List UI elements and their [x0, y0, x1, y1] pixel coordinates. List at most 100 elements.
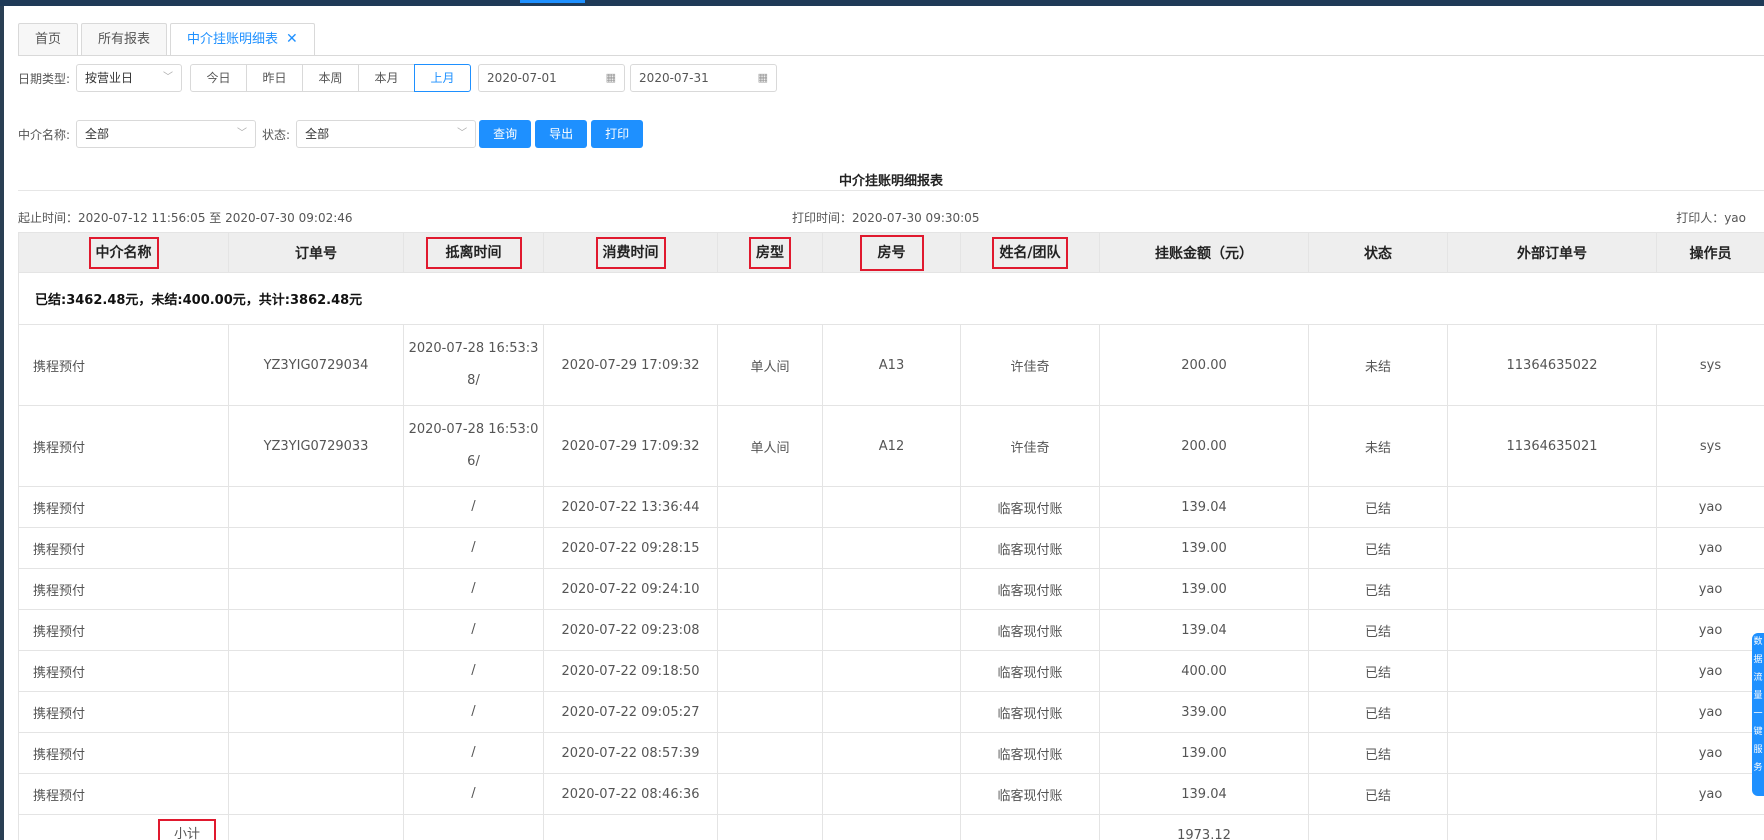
range-last-month-button[interactable]: 上月 — [414, 64, 472, 92]
table-header-row: 中介名称 订单号 抵离时间 消费时间 房型 房号 姓名/团队 挂账金额（元） 状… — [18, 232, 1764, 273]
table-row[interactable]: 携程预付 / 2020-07-22 08:46:36 临客现付账 139.04 已结 yao — [18, 773, 1764, 815]
cell-room-type — [717, 486, 823, 528]
cell-status-text: 未结 — [1364, 440, 1391, 456]
cell-stay-time: / — [403, 568, 544, 610]
cell-guest-name: 许佳奇 — [960, 324, 1100, 406]
cell-consume-time-text: 2020-07-22 09:23:08 — [561, 622, 700, 638]
cell-room-type — [717, 609, 823, 651]
tab-agent-ledger[interactable]: 中介挂账明细表 ✕ — [170, 23, 315, 56]
report-title-divider — [18, 190, 1764, 191]
cell-amount: 339.00 — [1099, 691, 1309, 733]
cell-operator-text: yao — [1698, 499, 1723, 515]
export-button[interactable]: 导出 — [535, 120, 588, 148]
table-row[interactable]: 携程预付 / 2020-07-22 13:36:44 临客现付账 139.04 已结 yao — [18, 486, 1764, 528]
agent-name-value: 全部 — [85, 127, 110, 141]
subtotal-label: 小计 — [173, 827, 200, 840]
print-button[interactable]: 打印 — [591, 120, 644, 148]
side-float-service-tab[interactable]: 数据流量一键服务 — [1752, 633, 1764, 796]
cell-operator-text: sys — [1699, 357, 1722, 373]
cell-order-no — [228, 486, 404, 528]
cell-status-text: 已结 — [1364, 747, 1391, 763]
col-header-agent[interactable]: 中介名称 — [18, 232, 229, 273]
cell-order-no — [228, 609, 404, 651]
cell-consume-time: 2020-07-22 09:23:08 — [543, 609, 718, 651]
cell-status-text: 已结 — [1364, 624, 1391, 640]
table-row[interactable]: 携程预付 / 2020-07-22 08:57:39 临客现付账 139.00 已结 yao — [18, 732, 1764, 774]
cell-order-no: YZ3YIG0729033 — [228, 405, 404, 487]
cell-agent-text: 携程预付 — [33, 501, 86, 517]
highlight-box: 姓名/团队 — [992, 236, 1068, 269]
table-row[interactable]: 携程预付 / 2020-07-22 09:18:50 临客现付账 400.00 已结 yao — [18, 650, 1764, 692]
table-row[interactable]: 携程预付 / 2020-07-22 09:23:08 临客现付账 139.04 已结 yao — [18, 609, 1764, 651]
table-row[interactable]: 携程预付 YZ3YIG0729034 2020-07-28 16:53:38/202… — [18, 324, 1764, 406]
tab-agent-ledger-label: 中介挂账明细表 — [187, 32, 279, 47]
col-header-guest-name[interactable]: 姓名/团队 — [960, 232, 1100, 273]
cell-stay-time-text: / — [471, 622, 476, 637]
date-type-select[interactable]: 按营业日 ﹀ — [76, 64, 183, 92]
cell-external-order — [1447, 527, 1657, 569]
cell-operator: sys — [1656, 324, 1764, 406]
subtotal-cell — [822, 814, 961, 840]
cell-consume-time-text: 2020-07-22 08:46:36 — [561, 786, 700, 802]
col-header-order-no[interactable]: 订单号 — [228, 232, 404, 273]
cell-stay-time-text: / — [471, 745, 476, 760]
table-row[interactable]: 携程预付 / 2020-07-22 09:05:27 临客现付账 339.00 已结 yao — [18, 691, 1764, 733]
cell-consume-time-text: 2020-07-22 09:18:50 — [561, 663, 700, 679]
col-header-external-order[interactable]: 外部订单号 — [1447, 232, 1657, 273]
start-date-input[interactable]: 2020-07-01 ▦ — [478, 64, 626, 92]
cell-room-type — [717, 691, 823, 733]
col-header-consume-time[interactable]: 消费时间 — [543, 232, 718, 273]
col-header-room-type[interactable]: 房型 — [717, 232, 823, 273]
cell-operator: yao — [1656, 732, 1764, 774]
cell-consume-time-text: 2020-07-29 17:09:32 — [561, 357, 700, 373]
query-button[interactable]: 查询 — [479, 120, 532, 148]
cell-operator: sys — [1656, 405, 1764, 487]
close-icon[interactable]: ✕ — [286, 31, 298, 47]
cell-status-text: 已结 — [1364, 583, 1391, 599]
cell-stay-time: / — [403, 609, 544, 651]
col-header-room-no[interactable]: 房号 — [822, 232, 961, 273]
agent-name-select[interactable]: 全部 ﹀ — [76, 120, 257, 148]
agent-filter-row: 中介名称: 全部 ﹀ 状态: 全部 ﹀ 查询 导出 打印 — [18, 120, 644, 148]
cell-stay-time: / — [403, 691, 544, 733]
cell-guest-name-text: 临客现付账 — [997, 665, 1063, 681]
table-row[interactable]: 携程预付 / 2020-07-22 09:24:10 临客现付账 139.00 已结 yao — [18, 568, 1764, 610]
cell-consume-time: 2020-07-22 13:36:44 — [543, 486, 718, 528]
cell-consume-time: 2020-07-22 09:05:27 — [543, 691, 718, 733]
col-header-operator[interactable]: 操作员 — [1656, 232, 1764, 273]
cell-status-text: 已结 — [1364, 542, 1391, 558]
cell-stay-time: / — [403, 486, 544, 528]
tab-home-label: 首页 — [35, 32, 62, 47]
status-select[interactable]: 全部 ﹀ — [296, 120, 477, 148]
table-row[interactable]: 携程预付 / 2020-07-22 09:28:15 临客现付账 139.00 已结 yao — [18, 527, 1764, 569]
tab-home[interactable]: 首页 — [18, 23, 79, 55]
cell-external-order — [1447, 609, 1657, 651]
range-yesterday-button[interactable]: 昨日 — [246, 64, 304, 92]
cell-operator: yao — [1656, 773, 1764, 815]
cell-status-text: 已结 — [1364, 665, 1391, 681]
cell-room-no — [822, 732, 961, 774]
col-header-status[interactable]: 状态 — [1308, 232, 1448, 273]
agent-name-label: 中介名称: — [18, 127, 71, 142]
cell-external-order: 11364635022 — [1447, 324, 1657, 406]
status-label: 状态: — [262, 127, 291, 142]
table-row[interactable]: 携程预付 YZ3YIG0729033 2020-07-28 16:53:06/202… — [18, 405, 1764, 487]
cell-agent: 携程预付 — [18, 527, 229, 569]
cell-order-no — [228, 773, 404, 815]
cell-stay-time: / — [403, 527, 544, 569]
highlight-box: 中介名称 — [88, 236, 159, 269]
highlight-box: 小计 — [157, 819, 216, 840]
report-title: 中介挂账明细报表 — [838, 174, 943, 189]
col-header-label: 房型 — [756, 244, 784, 261]
date-type-value: 按营业日 — [85, 71, 134, 85]
cell-agent-text: 携程预付 — [33, 440, 86, 456]
range-this-month-button[interactable]: 本月 — [358, 64, 416, 92]
range-today-button[interactable]: 今日 — [190, 64, 248, 92]
range-this-week-button[interactable]: 本周 — [302, 64, 360, 92]
col-header-amount[interactable]: 挂账金额（元） — [1099, 232, 1309, 273]
end-date-input[interactable]: 2020-07-31 ▦ — [630, 64, 778, 92]
cell-guest-name-text: 临客现付账 — [997, 706, 1063, 722]
tab-all-reports[interactable]: 所有报表 — [81, 23, 168, 55]
cell-operator: yao — [1656, 527, 1764, 569]
col-header-stay-time[interactable]: 抵离时间 — [403, 232, 544, 273]
